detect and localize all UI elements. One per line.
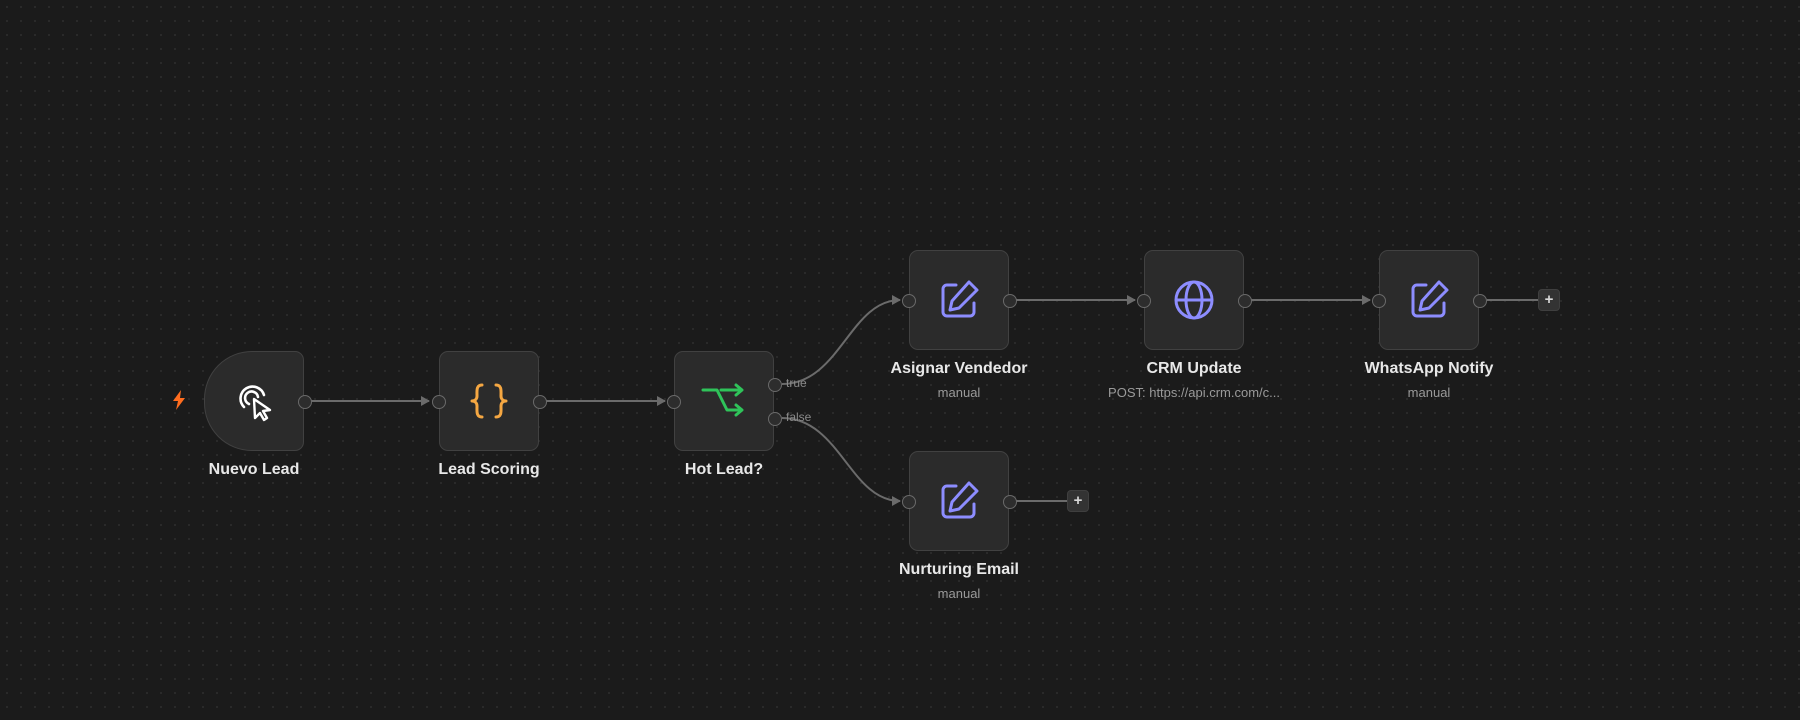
node-hot-lead[interactable] [667, 351, 782, 451]
node-sublabel-whatsapp-notify: manual [1407, 385, 1451, 400]
output-handle[interactable] [298, 395, 312, 409]
input-handle[interactable] [1137, 294, 1151, 308]
node-nurturing-email[interactable] [902, 451, 1017, 551]
node-lead-scoring[interactable] [432, 351, 547, 451]
edit-icon [934, 275, 984, 325]
node-nuevo-lead[interactable] [204, 351, 312, 451]
edit-icon [1404, 275, 1454, 325]
pointer-click-icon [229, 376, 279, 426]
output-handle[interactable] [1473, 294, 1487, 308]
output-handle[interactable] [1238, 294, 1252, 308]
edge-hot-lead-false-to-nurturing-email[interactable] [781, 417, 901, 506]
node-asignar-vendedor[interactable] [902, 250, 1017, 350]
node-sublabel-crm-update: POST: https://api.crm.com/c... [1108, 385, 1280, 400]
node-sublabel-asignar-vendedor: manual [937, 385, 981, 400]
branch-label-true: true [786, 376, 807, 390]
braces-icon [464, 376, 514, 426]
node-crm-update[interactable] [1137, 250, 1252, 350]
input-handle[interactable] [1372, 294, 1386, 308]
output-handle-false[interactable] [768, 412, 782, 426]
node-label-crm-update: CRM Update [1146, 360, 1242, 377]
add-node-button[interactable]: + [1538, 289, 1560, 311]
input-handle[interactable] [902, 294, 916, 308]
node-label-nurturing-email: Nurturing Email [898, 561, 1019, 578]
node-sublabel-nurturing-email: manual [937, 586, 981, 601]
workflow-canvas[interactable]: Nuevo Lead Lead Scoring true false Hot L… [0, 0, 1800, 720]
globe-icon [1169, 275, 1219, 325]
node-label-lead-scoring: Lead Scoring [438, 461, 540, 478]
output-handle[interactable] [1003, 495, 1017, 509]
node-label-hot-lead: Hot Lead? [684, 461, 764, 478]
output-handle-true[interactable] [768, 378, 782, 392]
output-handle[interactable] [533, 395, 547, 409]
branch-label-false: false [786, 410, 812, 424]
input-handle[interactable] [902, 495, 916, 509]
edit-icon [934, 476, 984, 526]
output-handle[interactable] [1003, 294, 1017, 308]
node-label-whatsapp-notify: WhatsApp Notify [1364, 360, 1494, 377]
branch-icon [699, 376, 749, 426]
lightning-bolt-icon [173, 390, 185, 410]
node-label-nuevo-lead: Nuevo Lead [208, 461, 300, 478]
node-label-asignar-vendedor: Asignar Vendedor [890, 360, 1028, 377]
input-handle[interactable] [432, 395, 446, 409]
add-node-button[interactable]: + [1067, 490, 1089, 512]
node-whatsapp-notify[interactable] [1372, 250, 1487, 350]
input-handle[interactable] [667, 395, 681, 409]
